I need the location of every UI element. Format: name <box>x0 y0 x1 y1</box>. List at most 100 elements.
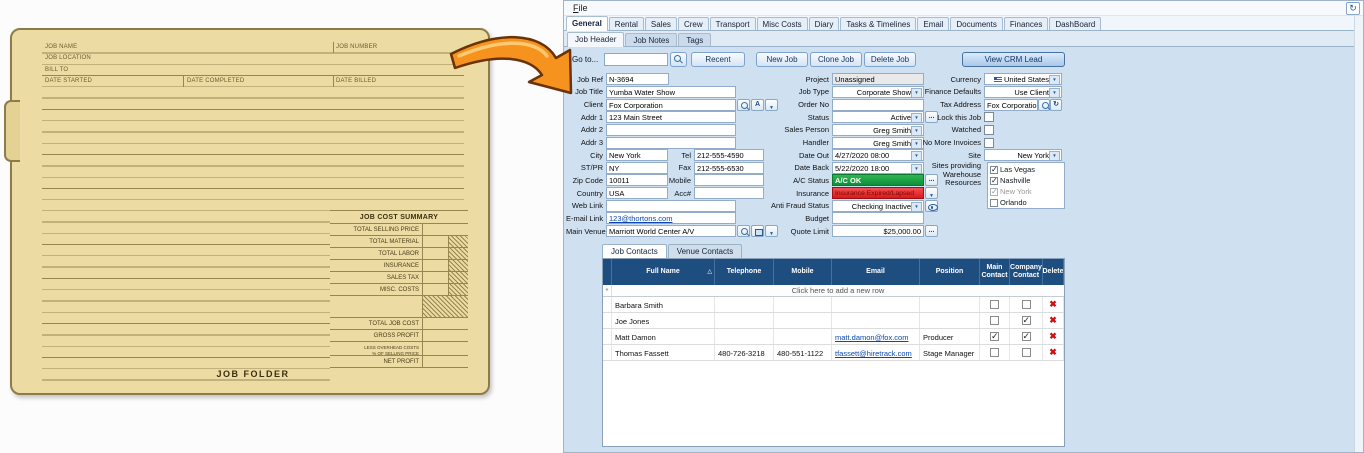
telephone-cell[interactable] <box>715 329 774 344</box>
position-cell[interactable] <box>920 313 980 328</box>
main-contact-cell[interactable] <box>980 329 1010 344</box>
menu-file[interactable]: File <box>573 3 588 13</box>
quote-limit-ellipsis-icon[interactable] <box>925 225 938 237</box>
recent-button[interactable]: Recent <box>691 52 745 67</box>
email-link[interactable]: tfassett@hiretrack.com <box>835 349 912 358</box>
company-contact-checkbox[interactable] <box>1021 300 1031 309</box>
tax-address-field[interactable]: Fox Corporation <box>984 98 1038 111</box>
tab-crew[interactable]: Crew <box>677 17 709 30</box>
site-item-orlando[interactable]: Orlando <box>990 197 1062 208</box>
client-search-icon[interactable] <box>737 98 750 111</box>
warehouse-sites-list[interactable]: Las Vegas Nashville New York Orlando <box>987 162 1065 210</box>
column-header-mobile[interactable]: Mobile <box>774 259 832 285</box>
delete-icon[interactable]: ✖ <box>1049 300 1057 309</box>
position-cell[interactable] <box>920 297 980 312</box>
main-venue-field[interactable]: Marriott World Center A/V <box>606 225 736 237</box>
web-link-field[interactable] <box>606 199 736 212</box>
tax-address-search-icon[interactable] <box>1038 98 1050 111</box>
column-header-telephone[interactable]: Telephone <box>715 259 774 285</box>
city-field[interactable]: New York <box>606 149 668 162</box>
company-contact-checkbox[interactable] <box>1021 331 1031 342</box>
company-contact-cell[interactable] <box>1010 345 1043 360</box>
tab-diary[interactable]: Diary <box>808 17 840 30</box>
full-name-cell[interactable]: Matt Damon <box>612 329 715 344</box>
main-contact-cell[interactable] <box>980 345 1010 360</box>
refresh-icon[interactable]: ↻ <box>1346 2 1360 15</box>
mobile-cell[interactable]: 480-551-1122 <box>774 345 832 360</box>
stpr-field[interactable]: NY <box>606 161 668 174</box>
site-select[interactable]: New York <box>984 149 1062 162</box>
main-contact-checkbox[interactable] <box>990 316 999 325</box>
zip-field[interactable]: 10011 <box>606 174 668 187</box>
delete-cell[interactable]: ✖ <box>1043 345 1064 360</box>
quote-limit-field[interactable]: $25,000.00 <box>832 225 924 237</box>
add-row-hint[interactable]: Click here to add a new row <box>612 285 1064 296</box>
tab-dashboard[interactable]: DashBoard <box>1049 17 1102 30</box>
currency-select[interactable]: United States <box>984 73 1062 86</box>
site-checkbox[interactable] <box>990 165 998 174</box>
contact-row-matt-damon[interactable]: Matt Damon matt.damon@fox.com Producer ✖ <box>603 329 1064 345</box>
telephone-cell[interactable] <box>715 313 774 328</box>
mobile-cell[interactable] <box>774 329 832 344</box>
addr1-field[interactable]: 123 Main Street <box>606 111 736 124</box>
email-link-field[interactable]: 123@thortons.com <box>606 212 736 225</box>
main-contact-checkbox[interactable] <box>990 331 999 342</box>
no-more-invoices-checkbox[interactable] <box>984 137 994 148</box>
tab-transport[interactable]: Transport <box>709 17 756 30</box>
addr3-field[interactable] <box>606 136 736 149</box>
company-contact-cell[interactable] <box>1010 313 1043 328</box>
full-name-cell[interactable]: Joe Jones <box>612 313 715 328</box>
delete-icon[interactable]: ✖ <box>1049 348 1057 357</box>
search-icon[interactable] <box>670 52 687 67</box>
job-title-field[interactable]: Yumba Water Show <box>606 85 736 98</box>
delete-cell[interactable]: ✖ <box>1043 313 1064 328</box>
company-contact-checkbox[interactable] <box>1021 348 1031 357</box>
contact-row-barbara-smith[interactable]: Barbara Smith ✖ <box>603 297 1064 313</box>
column-header-delete[interactable]: Delete <box>1043 259 1064 285</box>
tab-sales[interactable]: Sales <box>644 17 677 30</box>
job-ref-field[interactable]: N-3694 <box>606 73 669 86</box>
email-cell[interactable] <box>832 297 920 312</box>
sort-ascending-icon[interactable]: △ <box>707 268 712 276</box>
full-name-cell[interactable]: Thomas Fassett <box>612 345 715 360</box>
tab-misc-costs[interactable]: Misc Costs <box>756 17 808 30</box>
delete-job-button[interactable]: Delete Job <box>864 52 916 67</box>
watched-checkbox[interactable] <box>984 124 994 135</box>
main-contact-checkbox[interactable] <box>990 300 999 309</box>
goto-input[interactable] <box>604 53 668 66</box>
telephone-cell[interactable]: 480-726-3218 <box>715 345 774 360</box>
new-job-button[interactable]: New Job <box>756 52 808 67</box>
tab-venue-contacts[interactable]: Venue Contacts <box>667 244 743 258</box>
main-contact-cell[interactable] <box>980 297 1010 312</box>
mobile-cell[interactable] <box>774 297 832 312</box>
tax-address-refresh-icon[interactable]: ↻ <box>1050 98 1062 111</box>
column-header-full-name[interactable]: Full Name △ <box>612 259 715 285</box>
email-cell[interactable] <box>832 313 920 328</box>
position-cell[interactable]: Producer <box>920 329 980 344</box>
column-header-position[interactable]: Position <box>920 259 980 285</box>
tab-tasks-timelines[interactable]: Tasks & Timelines <box>840 17 917 30</box>
email-cell[interactable]: tfassett@hiretrack.com <box>832 345 920 360</box>
contact-row-thomas-fassett[interactable]: Thomas Fassett 480-726-3218 480-551-1122… <box>603 345 1064 361</box>
company-contact-cell[interactable] <box>1010 329 1043 344</box>
company-contact-checkbox[interactable] <box>1021 315 1031 326</box>
delete-icon[interactable]: ✖ <box>1049 316 1057 325</box>
tab-job-contacts[interactable]: Job Contacts <box>602 244 667 258</box>
tab-rental[interactable]: Rental <box>608 17 644 30</box>
full-name-cell[interactable]: Barbara Smith <box>612 297 715 312</box>
lock-job-checkbox[interactable] <box>984 112 994 123</box>
contact-row-joe-jones[interactable]: Joe Jones ✖ <box>603 313 1064 329</box>
site-checkbox[interactable] <box>990 176 998 185</box>
addr2-field[interactable] <box>606 123 736 136</box>
tab-finances[interactable]: Finances <box>1003 17 1049 30</box>
position-cell[interactable]: Stage Manager <box>920 345 980 360</box>
site-checkbox[interactable] <box>990 198 998 207</box>
email-cell[interactable]: matt.damon@fox.com <box>832 329 920 344</box>
client-field[interactable]: Fox Corporation <box>606 98 736 111</box>
column-header-email[interactable]: Email <box>832 259 920 285</box>
delete-cell[interactable]: ✖ <box>1043 329 1064 344</box>
finance-defaults-select[interactable]: Use Client <box>984 85 1062 98</box>
tab-email[interactable]: Email <box>917 17 950 30</box>
main-contact-checkbox[interactable] <box>990 348 999 357</box>
budget-field[interactable] <box>832 212 924 225</box>
